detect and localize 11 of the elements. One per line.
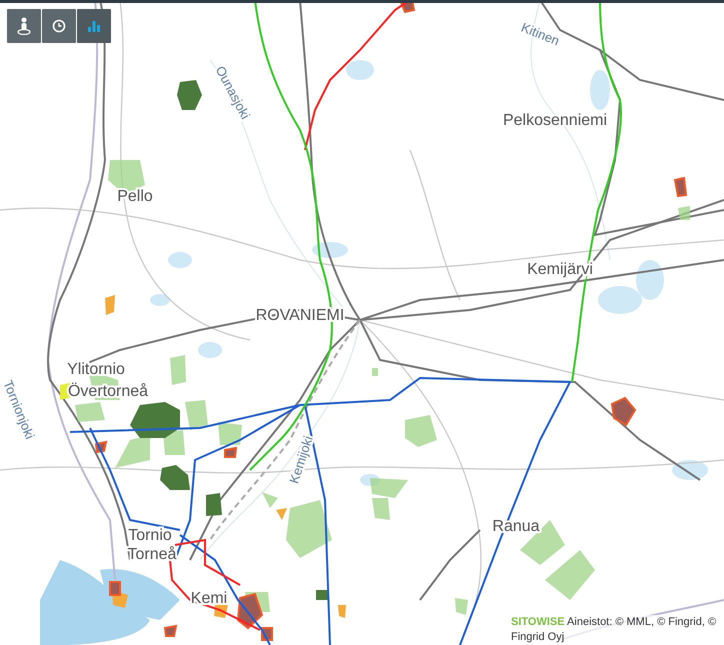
place-label: Pelkosenniemi [502,112,608,130]
place-label: Pello [117,188,153,206]
clock-icon [52,19,66,33]
place-label: Kemi [190,590,228,608]
toolbar-button[interactable] [7,9,41,43]
place-label: Tornio [128,527,172,544]
place-label: Ylitornio [67,361,125,378]
bar-chart-icon [88,20,100,32]
person-icon [17,17,31,35]
toolbar-button[interactable] [42,9,76,43]
toolbar-button[interactable] [77,9,111,43]
